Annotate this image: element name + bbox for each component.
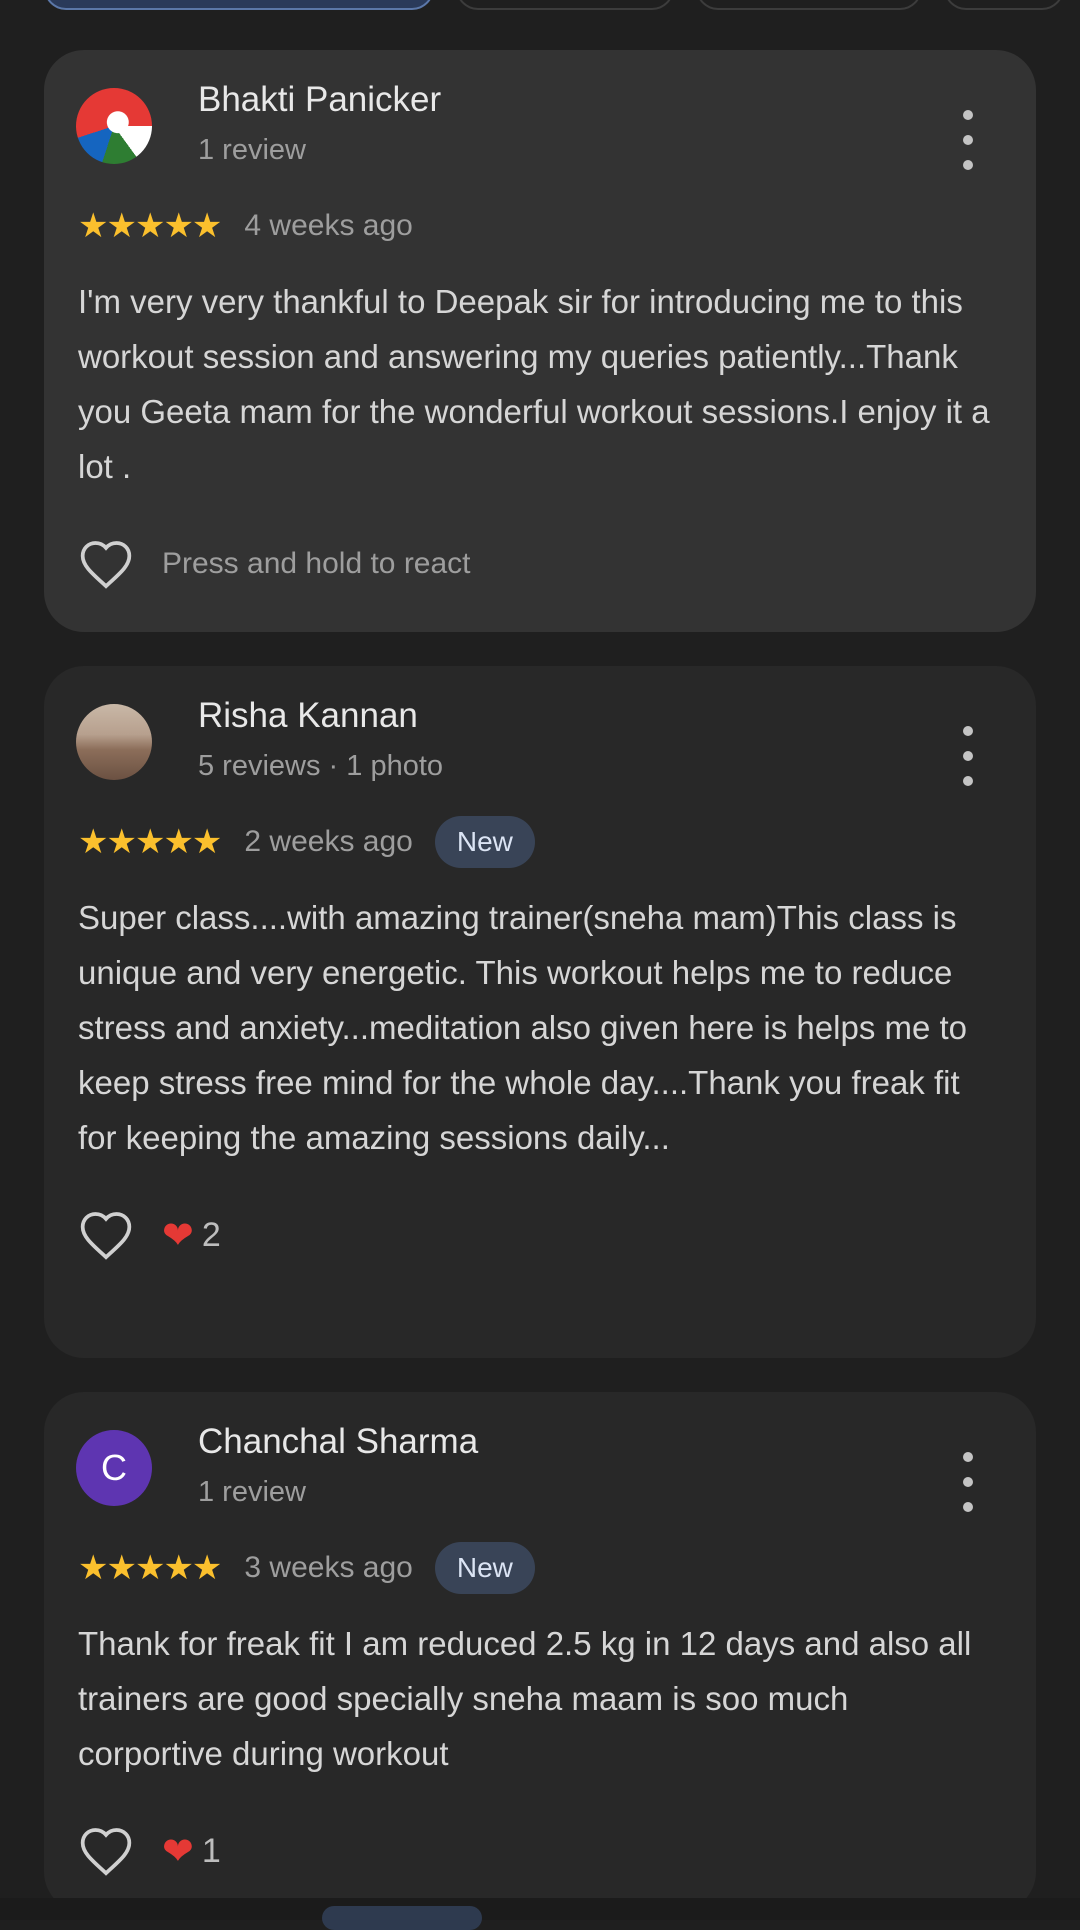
review-card[interactable]: C Chanchal Sharma 1 review ★★★★★ 3 weeks…	[44, 1392, 1036, 1912]
review-header: C Chanchal Sharma 1 review	[76, 1392, 1002, 1542]
reaction-count: 1	[201, 1831, 221, 1870]
reviewer-avatar[interactable]: C	[76, 1430, 152, 1506]
reviewer-name[interactable]: Bhakti Panicker	[198, 80, 441, 120]
review-time: 2 weeks ago	[244, 825, 413, 858]
filter-chip-row	[44, 0, 1064, 10]
review-header: Bhakti Panicker 1 review	[76, 50, 1002, 200]
heart-outline-icon[interactable]	[78, 538, 134, 590]
filter-chip[interactable]	[456, 0, 674, 10]
react-hint: Press and hold to react	[162, 547, 471, 580]
rating-row: ★★★★★ 4 weeks ago	[78, 194, 1002, 258]
bottom-sheet-edge	[0, 1898, 1080, 1920]
filter-chip[interactable]	[944, 0, 1064, 10]
filter-chip-selected[interactable]	[44, 0, 434, 10]
review-card[interactable]: Risha Kannan 5 reviews · 1 photo ★★★★★ 2…	[44, 666, 1036, 1358]
reviewer-name[interactable]: Chanchal Sharma	[198, 1422, 478, 1462]
reaction-count: 2	[201, 1215, 221, 1254]
review-card[interactable]: Bhakti Panicker 1 review ★★★★★ 4 weeks a…	[44, 50, 1036, 632]
heart-outline-icon[interactable]	[78, 1825, 134, 1877]
reviewer-stats: 5 reviews · 1 photo	[198, 750, 444, 782]
red-heart-icon[interactable]: ❤	[162, 1829, 194, 1874]
filter-chip[interactable]	[696, 0, 922, 10]
star-rating: ★★★★★	[78, 1549, 222, 1587]
rating-row: ★★★★★ 2 weeks ago New	[78, 810, 1002, 874]
reviewer-name[interactable]: Risha Kannan	[198, 696, 418, 736]
bottom-pill-button[interactable]	[322, 1906, 482, 1930]
reaction-row: ❤ 1	[78, 1821, 1002, 1881]
more-options-icon[interactable]	[958, 110, 978, 170]
new-badge: New	[434, 1542, 535, 1594]
red-heart-icon[interactable]: ❤	[162, 1213, 194, 1258]
new-badge: New	[434, 816, 535, 868]
review-text: I'm very very thankful to Deepak sir for…	[78, 283, 990, 485]
more-options-icon[interactable]	[958, 1452, 978, 1512]
star-rating: ★★★★★	[78, 207, 222, 245]
review-header: Risha Kannan 5 reviews · 1 photo	[76, 666, 1002, 816]
reviewer-avatar[interactable]	[76, 88, 152, 164]
reviewer-stats: 1 review	[198, 134, 306, 166]
reaction-row: ❤ 2	[78, 1205, 1002, 1265]
more-options-icon[interactable]	[958, 726, 978, 786]
reviewer-stats: 1 review	[198, 1476, 306, 1508]
reaction-row: Press and hold to react	[78, 534, 1002, 594]
heart-outline-icon[interactable]	[78, 1209, 134, 1261]
review-time: 4 weeks ago	[244, 209, 413, 242]
review-time: 3 weeks ago	[244, 1551, 413, 1584]
star-rating: ★★★★★	[78, 823, 222, 861]
reviewer-avatar[interactable]	[76, 704, 152, 780]
review-text: Super class....with amazing trainer(sneh…	[78, 899, 968, 1156]
review-text: Thank for freak fit I am reduced 2.5 kg …	[78, 1625, 972, 1772]
rating-row: ★★★★★ 3 weeks ago New	[78, 1536, 1002, 1600]
